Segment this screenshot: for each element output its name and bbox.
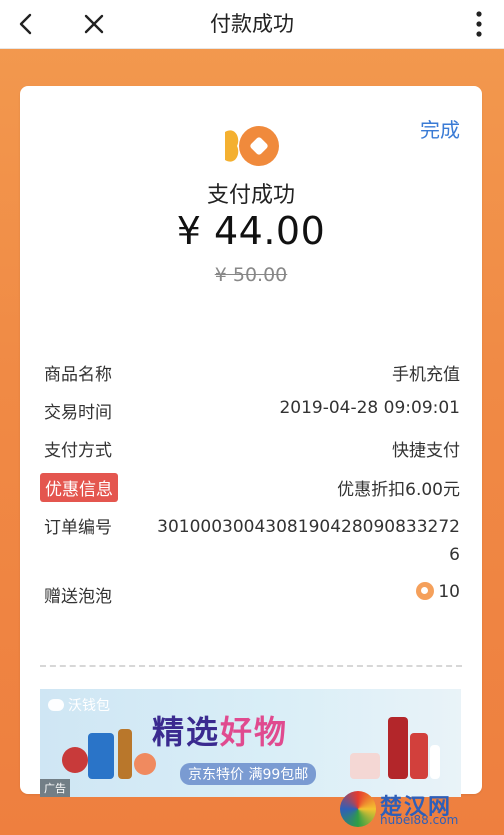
paid-amount: ¥ 44.00	[176, 209, 326, 253]
more-button[interactable]	[464, 0, 494, 48]
detail-label: 赠送泡泡	[44, 587, 112, 607]
watermark-logo-icon	[340, 791, 376, 827]
cosmetic-bottle-image	[388, 717, 408, 779]
divider	[40, 665, 462, 667]
original-amount: ¥ 50.00	[214, 264, 288, 286]
cosmetic-tube-image	[430, 745, 440, 779]
detail-value: 2019-04-28 09:09:01	[279, 398, 460, 418]
page-title: 付款成功	[210, 12, 294, 36]
detail-label: 支付方式	[44, 441, 112, 461]
wallet-logo-icon	[48, 699, 64, 711]
bubble-icon	[416, 582, 435, 600]
ad-subline: 京东特价 满99包邮	[180, 763, 317, 785]
payment-result-card: 完成 支付成功 ¥ 44.00 ¥ 50.00 商品名称 手机充值 交易时间 2…	[20, 86, 482, 797]
ad-brand: 沃钱包	[48, 695, 110, 715]
beer-bottle-image	[118, 729, 132, 779]
done-button[interactable]: 完成	[420, 114, 460, 143]
detail-row-order-id: 订单编号 3010003004308190428090833272 6	[44, 513, 460, 573]
ad-tag: 广告	[40, 779, 70, 797]
ad-headline: 精选好物	[152, 707, 288, 753]
bubbles-count: 10	[438, 582, 460, 602]
cherries-image	[62, 747, 88, 773]
detail-value: 快捷支付	[392, 441, 460, 461]
site-watermark: 楚汉网 hubei88.com	[336, 789, 496, 829]
ad-brand-name: 沃钱包	[68, 698, 110, 714]
detail-label: 订单编号	[44, 518, 112, 538]
watermark-url: hubei88.com	[380, 813, 459, 827]
ad-headline-part2: 好物	[220, 713, 289, 751]
detail-label: 商品名称	[44, 365, 112, 385]
payment-status: 支付成功	[206, 183, 295, 208]
detail-value: 手机充值	[392, 365, 460, 385]
brand-logo-icon	[225, 126, 279, 166]
discount-label-badge: 优惠信息	[40, 473, 118, 502]
top-bar: 付款成功	[0, 0, 504, 49]
detergent-image	[88, 733, 114, 779]
order-id-value: 3010003004308190428090833272 6	[157, 517, 460, 565]
detail-value: 优惠折扣6.00元	[337, 480, 460, 500]
detail-label: 交易时间	[44, 403, 112, 423]
ad-banner[interactable]: 沃钱包 精选好物 京东特价 满99包邮 广告	[40, 689, 461, 797]
more-icon	[476, 11, 482, 37]
bubbles-value: 10	[416, 582, 460, 602]
grapefruit-image	[134, 753, 156, 775]
tissue-box-image	[350, 753, 380, 779]
ad-headline-part1: 精选	[152, 713, 221, 751]
cosmetic-jar-image	[410, 733, 428, 779]
